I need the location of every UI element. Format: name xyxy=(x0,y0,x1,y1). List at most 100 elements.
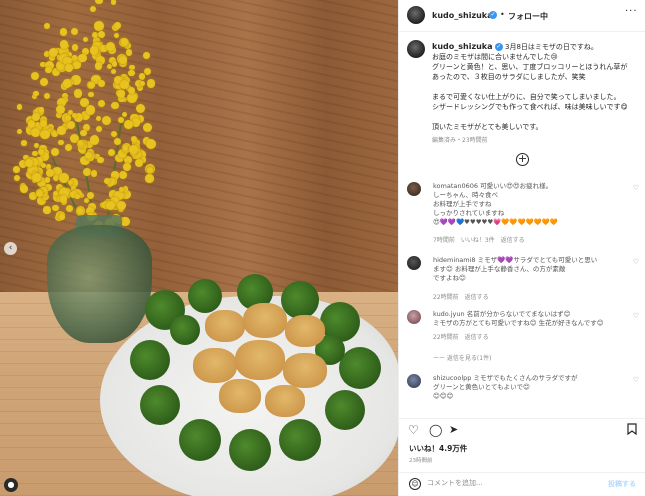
mimosa-blossom xyxy=(119,56,127,64)
comment-item: komatan0606 可愛いい😍😍お疲れ様。 しーちゃん、時々食べ お料理が上… xyxy=(407,182,643,244)
mimosa-blossom xyxy=(90,135,100,145)
mimosa-blossom xyxy=(31,150,38,157)
broccoli-floret xyxy=(325,390,365,430)
plus-circle-icon[interactable]: + xyxy=(516,153,529,166)
smiley-icon[interactable]: ☺ xyxy=(409,478,421,490)
post-side-panel: kudo_shizuka ✓ • フォロー中 ··· kudo_shizuka … xyxy=(398,0,645,496)
caption-line: お庭のミモザは間に合いませんでした😢 xyxy=(432,53,558,61)
mimosa-blossom xyxy=(13,166,20,173)
post-timestamp: 23時間前 xyxy=(409,458,433,464)
caption-line: 3月8日はミモザの日ですね。 xyxy=(504,43,598,51)
post-comment-button[interactable]: 投稿する xyxy=(608,479,636,489)
mimosa-blossom xyxy=(57,126,66,135)
scrambled-egg xyxy=(283,353,327,389)
mimosa-blossom xyxy=(44,177,51,183)
mimosa-blossom xyxy=(62,79,72,88)
bookmark-icon[interactable] xyxy=(627,423,637,438)
mimosa-blossom xyxy=(142,123,152,133)
caption-meta: 編集済み・23時間前 xyxy=(432,137,488,144)
caption-line: グリーンと黄色！と、思い、丁度ブロッコリーとほうれん草が xyxy=(432,63,628,71)
mimosa-blossom xyxy=(118,170,127,179)
mimosa-blossom xyxy=(65,205,73,213)
comment-meta[interactable]: 7時間前 いいね！3件 返信する xyxy=(433,235,525,244)
comment-meta[interactable]: 22時間前 返信する xyxy=(433,292,489,301)
heart-icon[interactable]: ♡ xyxy=(633,258,639,266)
mimosa-blossom xyxy=(95,125,102,132)
mimosa-blossom xyxy=(145,174,154,183)
mimosa-blossom xyxy=(125,49,132,56)
scrambled-egg xyxy=(235,340,285,380)
broccoli-floret xyxy=(170,315,200,345)
scrambled-egg xyxy=(285,315,325,347)
following-button[interactable]: フォロー中 xyxy=(508,11,548,22)
mimosa-blossom xyxy=(67,179,73,185)
avatar[interactable] xyxy=(407,256,421,270)
caption-line xyxy=(432,112,640,122)
mimosa-blossom xyxy=(94,21,104,32)
comment-icon[interactable]: ◯ xyxy=(429,423,442,437)
heart-icon[interactable]: ♡ xyxy=(408,423,419,437)
view-replies-link[interactable]: ーー 返信を見る(1件) xyxy=(433,353,491,362)
comment-input[interactable] xyxy=(427,479,587,487)
mimosa-blossom xyxy=(127,93,138,103)
heart-icon[interactable]: ♡ xyxy=(633,312,639,320)
mimosa-blossom xyxy=(92,31,99,38)
mimosa-blossom xyxy=(97,156,104,164)
mimosa-blossom xyxy=(120,38,128,46)
mimosa-blossom xyxy=(72,44,79,51)
caption-username[interactable]: kudo_shizuka xyxy=(432,42,493,51)
caption-avatar[interactable] xyxy=(407,40,425,58)
scrambled-egg xyxy=(193,348,237,384)
mimosa-blossom xyxy=(95,115,101,121)
mimosa-blossom xyxy=(88,91,94,98)
avatar[interactable] xyxy=(407,182,421,196)
broccoli-floret xyxy=(279,419,321,461)
mimosa-blossom xyxy=(38,107,44,113)
mimosa-blossom xyxy=(88,82,95,89)
mimosa-blossom xyxy=(143,67,151,76)
post-photo[interactable]: ‹ ● xyxy=(0,0,398,496)
broccoli-floret xyxy=(281,281,319,319)
avatar[interactable] xyxy=(407,374,421,388)
avatar[interactable] xyxy=(407,310,421,324)
mimosa-blossom xyxy=(39,77,48,87)
verified-icon: ✓ xyxy=(494,43,503,51)
mimosa-blossom xyxy=(117,90,125,98)
mimosa-blossom xyxy=(59,214,65,220)
chevron-left-icon[interactable]: ‹ xyxy=(4,242,17,255)
comment-item: shizucoolpp ミモザでもたくさんのサラダですが グリーンと黄色いとても… xyxy=(407,374,643,412)
heart-icon[interactable]: ♡ xyxy=(633,376,639,384)
mimosa-blossom xyxy=(73,89,83,98)
broccoli-floret xyxy=(188,279,222,313)
mimosa-blossom xyxy=(30,127,40,137)
caption-line xyxy=(432,82,640,92)
mimosa-blossom xyxy=(139,80,145,87)
ellipsis-icon[interactable]: ··· xyxy=(625,6,638,17)
mimosa-blossom xyxy=(131,118,141,127)
broccoli-floret xyxy=(339,347,381,389)
mimosa-blossom xyxy=(111,61,118,67)
mimosa-blossom xyxy=(33,90,39,97)
caption-line: まるで可愛くない仕上がりに、自分で笑ってしまいました。 xyxy=(432,93,621,101)
mimosa-blossom xyxy=(146,139,156,149)
comment-meta[interactable]: 22時間前 返信する xyxy=(433,332,489,341)
post-header: kudo_shizuka ✓ • フォロー中 ··· xyxy=(399,0,645,32)
user-icon[interactable]: ● xyxy=(4,478,18,492)
broccoli-floret xyxy=(140,385,180,425)
mimosa-blossom xyxy=(146,78,156,88)
paper-plane-icon[interactable]: ➤ xyxy=(449,423,458,436)
like-count[interactable]: いいね！4.9万件 xyxy=(409,443,467,454)
comment-text: komatan0606 可愛いい😍😍お疲れ様。 しーちゃん、時々食べ お料理が上… xyxy=(433,182,558,226)
mimosa-blossom xyxy=(64,144,72,152)
mimosa-blossom xyxy=(45,168,54,177)
mimosa-blossom xyxy=(57,139,64,146)
mimosa-blossom xyxy=(59,27,68,36)
mimosa-blossom xyxy=(40,163,46,169)
mimosa-blossom xyxy=(40,129,50,140)
heart-icon[interactable]: ♡ xyxy=(633,184,639,192)
avatar[interactable] xyxy=(407,6,425,24)
separator-dot: • xyxy=(500,10,505,19)
header-username[interactable]: kudo_shizuka xyxy=(432,11,493,20)
caption: kudo_shizuka ✓ 3月8日はミモザの日ですね。 お庭のミモザは間に合… xyxy=(432,42,640,146)
mimosa-blossom xyxy=(45,66,52,73)
